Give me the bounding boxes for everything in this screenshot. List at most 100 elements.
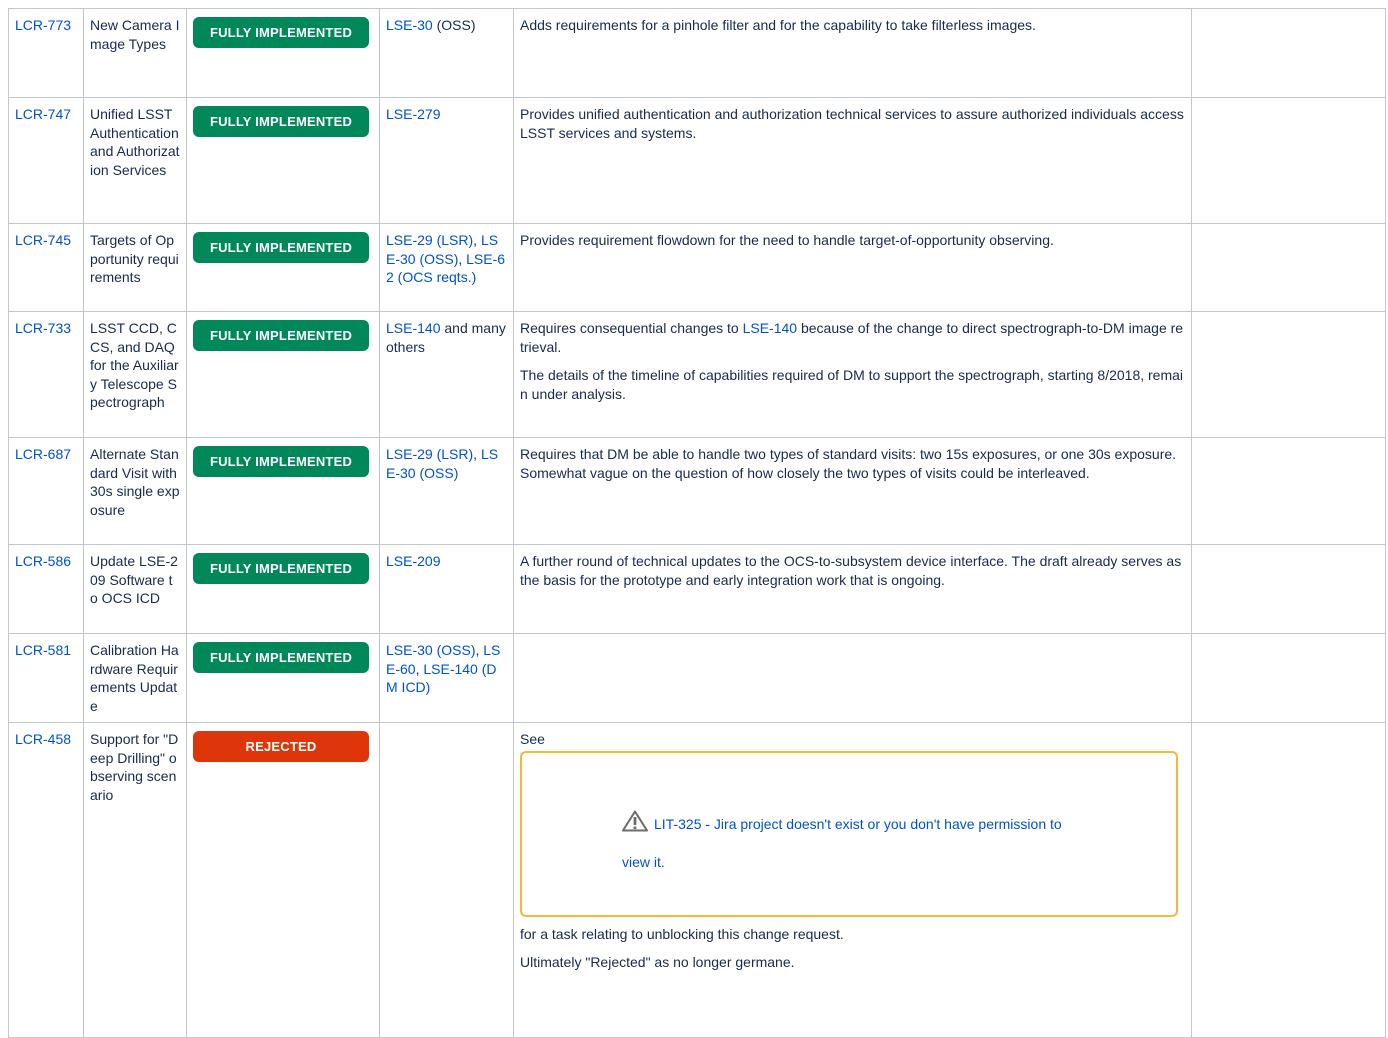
lcr-link[interactable]: LCR-586 (15, 553, 71, 569)
lcr-link[interactable]: LCR-747 (15, 106, 71, 122)
jira-issue-link[interactable]: LIT-325 (654, 816, 701, 832)
description-text: A further round of technical updates to … (520, 553, 1182, 588)
doc-separator: , (473, 446, 481, 462)
doc-separator: , (458, 250, 467, 267)
lcr-id-cell: LCR-733 (8, 311, 84, 438)
empty-cell (1191, 544, 1386, 634)
description-cell: Requires consequential changes to LSE-14… (513, 311, 1192, 438)
doc-link[interactable]: LSE-29 (LSR) (386, 446, 473, 462)
lcr-id-cell: LCR-773 (8, 8, 84, 98)
empty-cell (1191, 437, 1386, 545)
doc-text: (OSS) (432, 17, 476, 33)
empty-cell (1191, 223, 1386, 312)
docs-cell: LSE-209 (379, 544, 514, 634)
description-text: The details of the timeline of capabilit… (520, 367, 1184, 402)
table-row: LCR-687 Alternate Standard Visit with 30… (8, 437, 1386, 545)
description-cell: Adds requirements for a pinhole filter a… (513, 8, 1192, 98)
description-text: Provides requirement flowdown for the ne… (520, 232, 1054, 248)
lcr-title: Alternate Standard Visit with 30s single… (83, 437, 187, 545)
empty-cell (1191, 97, 1386, 224)
empty-cell (1191, 722, 1386, 1038)
docs-cell: LSE-29 (LSR), LSE-30 (OSS), LSE-62 (OCS … (379, 223, 514, 312)
docs-cell: LSE-140 and many others (379, 311, 514, 438)
lcr-link[interactable]: LCR-773 (15, 17, 71, 33)
lcr-title: Calibration Hardware Requirements Update (83, 633, 187, 723)
table-row: LCR-773 New Camera Image Types FULLY IMP… (8, 8, 1386, 98)
lcr-id-cell: LCR-581 (8, 633, 84, 723)
doc-link[interactable]: LSE-140 (386, 320, 440, 336)
description-text: Adds requirements for a pinhole filter a… (520, 17, 1036, 33)
docs-cell (379, 722, 514, 1038)
doc-separator: , (473, 232, 481, 248)
status-cell: FULLY IMPLEMENTED (186, 97, 380, 224)
status-cell: FULLY IMPLEMENTED (186, 311, 380, 438)
lcr-table: LCR-773 New Camera Image Types FULLY IMP… (8, 8, 1386, 1038)
lcr-title: New Camera Image Types (83, 8, 187, 98)
doc-link[interactable]: LSE-29 (LSR) (386, 232, 473, 248)
lcr-title: Unified LSST Authentication and Authoriz… (83, 97, 187, 224)
table-row: LCR-581 Calibration Hardware Requirement… (8, 633, 1386, 723)
lcr-link[interactable]: LCR-458 (15, 731, 71, 747)
lcr-id-cell: LCR-586 (8, 544, 84, 634)
lcr-link[interactable]: LCR-745 (15, 232, 71, 248)
doc-link[interactable]: LSE-279 (386, 106, 440, 122)
lcr-title: Targets of Opportunity requirements (83, 223, 187, 312)
lcr-id-cell: LCR-458 (8, 722, 84, 1038)
doc-link[interactable]: LSE-30 (386, 17, 433, 33)
description-text-part: Requires consequential changes to (520, 320, 743, 336)
jira-warning-line: LIT-325 - Jira project doesn't exist or … (622, 810, 1062, 834)
table-row: LCR-458 Support for "Deep Drilling" obse… (8, 722, 1386, 1038)
status-cell: FULLY IMPLEMENTED (186, 544, 380, 634)
empty-cell (1191, 311, 1386, 438)
lcr-title: LSST CCD, CCS, and DAQ for the Auxiliary… (83, 311, 187, 438)
empty-cell (1191, 8, 1386, 98)
status-lozenge: FULLY IMPLEMENTED (193, 232, 369, 263)
empty-cell (1191, 633, 1386, 723)
status-cell: REJECTED (186, 722, 380, 1038)
table-row: LCR-586 Update LSE-209 Software to OCS I… (8, 544, 1386, 634)
jira-error-text: - Jira project doesn't exist or you don'… (701, 815, 1062, 832)
status-cell: FULLY IMPLEMENTED (186, 223, 380, 312)
doc-link[interactable]: LSE-140 (743, 320, 797, 336)
table-row: LCR-747 Unified LSST Authentication and … (8, 97, 1386, 224)
status-cell: FULLY IMPLEMENTED (186, 633, 380, 723)
lcr-title: Support for "Deep Drilling" observing sc… (83, 722, 187, 1038)
lcr-link[interactable]: LCR-581 (15, 642, 71, 658)
lcr-id-cell: LCR-745 (8, 223, 84, 312)
jira-issue-warning-box: LIT-325 - Jira project doesn't exist or … (520, 750, 1178, 917)
description-cell: Provides requirement flowdown for the ne… (513, 223, 1192, 312)
table-row: LCR-745 Targets of Opportunity requireme… (8, 223, 1386, 312)
warning-triangle-icon (622, 810, 648, 831)
description-cell: See LIT-325 - Jira project doesn't exist… (513, 722, 1192, 1038)
docs-cell: LSE-30 (OSS) (379, 8, 514, 98)
docs-cell: LSE-279 (379, 97, 514, 224)
table-row: LCR-733 LSST CCD, CCS, and DAQ for the A… (8, 311, 1386, 438)
docs-cell: LSE-29 (LSR), LSE-30 (OSS) (379, 437, 514, 545)
description-text: Ultimately "Rejected" as no longer germa… (520, 954, 795, 970)
status-lozenge: FULLY IMPLEMENTED (193, 320, 369, 351)
lcr-link[interactable]: LCR-687 (15, 446, 71, 462)
lcr-title: Update LSE-209 Software to OCS ICD (83, 544, 187, 634)
description-text: Requires consequential changes to LSE-14… (520, 319, 1185, 356)
jira-error-text-cont: view it. (622, 853, 665, 870)
description-cell: Provides unified authentication and auth… (513, 97, 1192, 224)
lcr-id-cell: LCR-687 (8, 437, 84, 545)
description-text: See (520, 731, 545, 747)
status-lozenge: FULLY IMPLEMENTED (193, 642, 369, 673)
doc-link[interactable]: LSE-209 (386, 553, 440, 569)
doc-link[interactable]: LSE-30 (OSS) (386, 642, 475, 658)
status-lozenge: REJECTED (193, 731, 369, 762)
description-cell (513, 633, 1192, 723)
description-text: Requires that DM be able to handle two t… (520, 446, 1177, 481)
lcr-link[interactable]: LCR-733 (15, 320, 71, 336)
status-lozenge: FULLY IMPLEMENTED (193, 446, 369, 477)
description-text: for a task relating to unblocking this c… (520, 925, 844, 942)
description-cell: Requires that DM be able to handle two t… (513, 437, 1192, 545)
docs-cell: LSE-30 (OSS), LSE-60, LSE-140 (DM ICD) (379, 633, 514, 723)
status-lozenge: FULLY IMPLEMENTED (193, 106, 369, 137)
status-lozenge: FULLY IMPLEMENTED (193, 17, 369, 48)
description-cell: A further round of technical updates to … (513, 544, 1192, 634)
description-text: Provides unified authentication and auth… (520, 106, 1184, 141)
status-lozenge: FULLY IMPLEMENTED (193, 553, 369, 584)
lcr-id-cell: LCR-747 (8, 97, 84, 224)
